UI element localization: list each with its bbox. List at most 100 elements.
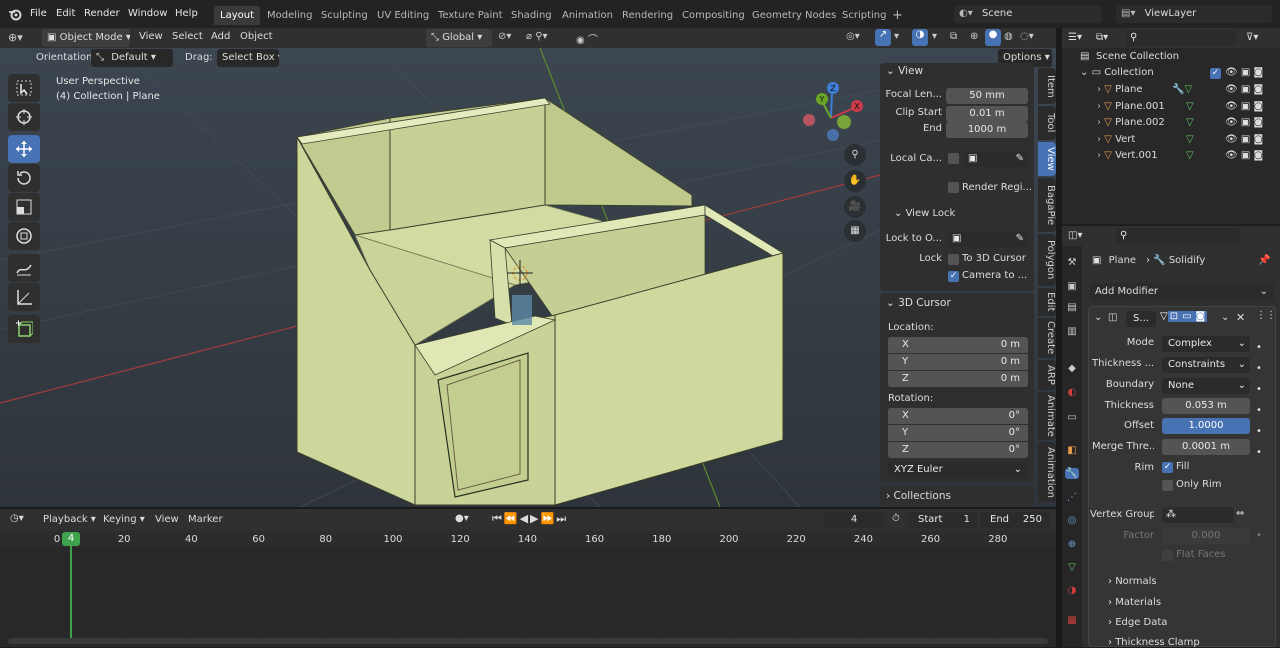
- keying-menu[interactable]: Keying ▾: [98, 511, 150, 529]
- cursor-rot-y-field[interactable]: Y0°: [888, 425, 1028, 441]
- row-visibility-icons[interactable]: 👁 ▣ ◙: [1225, 134, 1263, 145]
- timeline-view-menu[interactable]: View: [155, 514, 179, 525]
- clip-start-field[interactable]: 0.01 m: [946, 106, 1028, 122]
- start-frame-field[interactable]: Start1: [908, 512, 978, 528]
- cursor-loc-y-field[interactable]: Y0 m: [888, 354, 1028, 370]
- scene-collection-label[interactable]: Scene Collection: [1096, 51, 1179, 62]
- outliner-row[interactable]: › ▽ Vert: [1097, 134, 1135, 145]
- lock-to-object-field[interactable]: ▣✎: [948, 231, 1028, 247]
- outliner-filter-icon[interactable]: ⧉▾: [1096, 32, 1108, 43]
- only-rim-checkbox[interactable]: [1162, 480, 1173, 491]
- collection-visibility-icon[interactable]: 👁 ▣ ◙: [1225, 67, 1263, 78]
- local-camera-field[interactable]: ▣✎: [964, 151, 1028, 167]
- ortho-grid-icon[interactable]: ▦: [844, 220, 866, 242]
- tab-compositing[interactable]: Compositing: [676, 6, 751, 25]
- navigation-gizmo[interactable]: Z X Y: [796, 78, 876, 158]
- modifier-delete-icon[interactable]: ✕: [1236, 311, 1245, 324]
- cursor-loc-z-field[interactable]: Z0 m: [888, 371, 1028, 387]
- thickness-mode-dropdown[interactable]: Constraints⌄: [1162, 357, 1250, 373]
- tab-modeling[interactable]: Modeling: [261, 6, 319, 25]
- cage-toggle-icon[interactable]: ⊡: [1168, 311, 1180, 322]
- mesh-data-icon[interactable]: ▽: [1186, 150, 1194, 161]
- tool-scale[interactable]: [8, 193, 40, 221]
- tool-annotate[interactable]: [8, 254, 40, 282]
- tab-polygon[interactable]: Polygon: [1038, 234, 1056, 286]
- camera-to-view-checkbox[interactable]: ✓: [948, 271, 959, 282]
- edge-data-subpanel[interactable]: › Edge Data: [1108, 617, 1167, 628]
- rotation-mode-dropdown[interactable]: XYZ Euler⌄: [888, 462, 1028, 478]
- mode-selector[interactable]: ▣ Object Mode ▾: [42, 29, 130, 47]
- tab-scripting[interactable]: Scripting: [836, 6, 892, 25]
- tool-select-box[interactable]: [8, 74, 40, 102]
- view-panel-header[interactable]: ⌄ View: [886, 65, 923, 77]
- thickness-field[interactable]: 0.053 m: [1162, 398, 1250, 414]
- transform-orientation-selector[interactable]: ⤡ Global ▾: [426, 29, 492, 47]
- collection-include-checkbox[interactable]: ✓: [1210, 68, 1221, 79]
- cursor-loc-x-field[interactable]: X0 m: [888, 337, 1028, 353]
- expand-arrow-icon[interactable]: ›: [1097, 84, 1101, 95]
- collection-row[interactable]: ⌄ ▭ Collection: [1080, 67, 1154, 78]
- collections-header[interactable]: › Collections: [886, 490, 951, 502]
- drag-dropdown[interactable]: Select Box ▾: [217, 49, 279, 67]
- menu-add[interactable]: Add: [211, 31, 230, 42]
- pin-icon[interactable]: 📌: [1258, 255, 1270, 266]
- vertex-group-field[interactable]: ⁂: [1162, 507, 1234, 523]
- tab-bagapie[interactable]: BagaPie: [1038, 178, 1056, 232]
- menu-render[interactable]: Render: [84, 0, 120, 28]
- material-shading-icon[interactable]: ◍: [1004, 31, 1013, 42]
- mesh-data-icon[interactable]: ▽: [1186, 117, 1194, 128]
- fill-checkbox[interactable]: ✓: [1162, 462, 1173, 473]
- factor-field[interactable]: 0.000: [1162, 528, 1250, 544]
- cursor-rot-z-field[interactable]: Z0°: [888, 442, 1028, 458]
- outliner-search-input[interactable]: ⚲: [1126, 30, 1236, 46]
- merge-threshold-field[interactable]: 0.0001 m: [1162, 439, 1250, 455]
- snap-icon[interactable]: ⌀ ⚲▾: [526, 31, 548, 42]
- outliner-row[interactable]: › ▽ Plane.001: [1097, 101, 1165, 112]
- render-props-icon[interactable]: ▣: [1065, 281, 1079, 292]
- tab-arp[interactable]: ARP: [1038, 360, 1056, 390]
- outliner-row[interactable]: › ▽ Vert.001: [1097, 150, 1158, 161]
- tab-animation[interactable]: Animation: [1038, 442, 1056, 502]
- object-props-icon[interactable]: ◧: [1065, 445, 1079, 456]
- tool-props-icon[interactable]: ⚒: [1065, 257, 1079, 268]
- cursor-panel-header[interactable]: ⌄ 3D Cursor: [886, 297, 951, 309]
- tab-view[interactable]: View: [1038, 142, 1056, 176]
- cursor-rot-x-field[interactable]: X0°: [888, 408, 1028, 424]
- outliner-row[interactable]: › ▽ Plane.002: [1097, 117, 1165, 128]
- modifier-name-field[interactable]: S...: [1126, 311, 1156, 327]
- expand-arrow-icon[interactable]: ›: [1097, 150, 1101, 161]
- modifier-collapse-icon[interactable]: ⌄: [1094, 312, 1102, 323]
- render-toggle-icon[interactable]: ◙: [1194, 311, 1208, 322]
- lock-to-cursor-checkbox[interactable]: [948, 254, 959, 265]
- tab-edit[interactable]: Edit: [1038, 288, 1056, 316]
- overlay-toggle-icon[interactable]: ◑: [912, 29, 928, 46]
- tab-layout[interactable]: Layout: [214, 6, 260, 25]
- tab-texture-paint[interactable]: Texture Paint: [432, 6, 509, 25]
- invert-vertex-group-icon[interactable]: ⇔: [1236, 508, 1244, 519]
- overlay-dropdown-icon[interactable]: ▾: [932, 31, 937, 42]
- xray-icon[interactable]: ⧉: [950, 31, 957, 42]
- current-frame-field[interactable]: 4: [824, 512, 884, 528]
- wireframe-shading-icon[interactable]: ⊕: [970, 31, 978, 42]
- tool-cursor[interactable]: [8, 103, 40, 131]
- output-props-icon[interactable]: ▤: [1065, 302, 1079, 313]
- blender-logo-icon[interactable]: [8, 7, 22, 21]
- tool-add-cube[interactable]: [8, 315, 40, 343]
- proportional-edit-icon[interactable]: ◉ ⌒: [576, 31, 598, 46]
- expand-arrow-icon[interactable]: ›: [1097, 134, 1101, 145]
- particles-props-icon[interactable]: ⋰: [1065, 492, 1079, 503]
- outliner-editor-icon[interactable]: ☰▾: [1068, 32, 1082, 43]
- playback-controls-icon[interactable]: ⏮⏪◀▶⏩⏭: [492, 512, 568, 526]
- tab-shading[interactable]: Shading: [505, 6, 558, 25]
- flat-faces-checkbox[interactable]: [1162, 550, 1173, 561]
- outliner-funnel-icon[interactable]: ⊽▾: [1246, 32, 1258, 43]
- modifier-drag-handle-icon[interactable]: ⋮⋮: [1256, 310, 1276, 321]
- outliner-row[interactable]: › ▽ Plane: [1097, 84, 1143, 95]
- area-divider-vertical[interactable]: [1056, 28, 1062, 647]
- boundary-dropdown[interactable]: None⌄: [1162, 378, 1250, 394]
- camera-view-icon[interactable]: 🎥: [844, 196, 866, 218]
- animate-dot-icon[interactable]: ••••••: [1256, 337, 1262, 463]
- tool-transform[interactable]: [8, 222, 40, 250]
- end-frame-field[interactable]: End250: [980, 512, 1050, 528]
- editor-type-icon[interactable]: ⊕▾: [8, 31, 23, 44]
